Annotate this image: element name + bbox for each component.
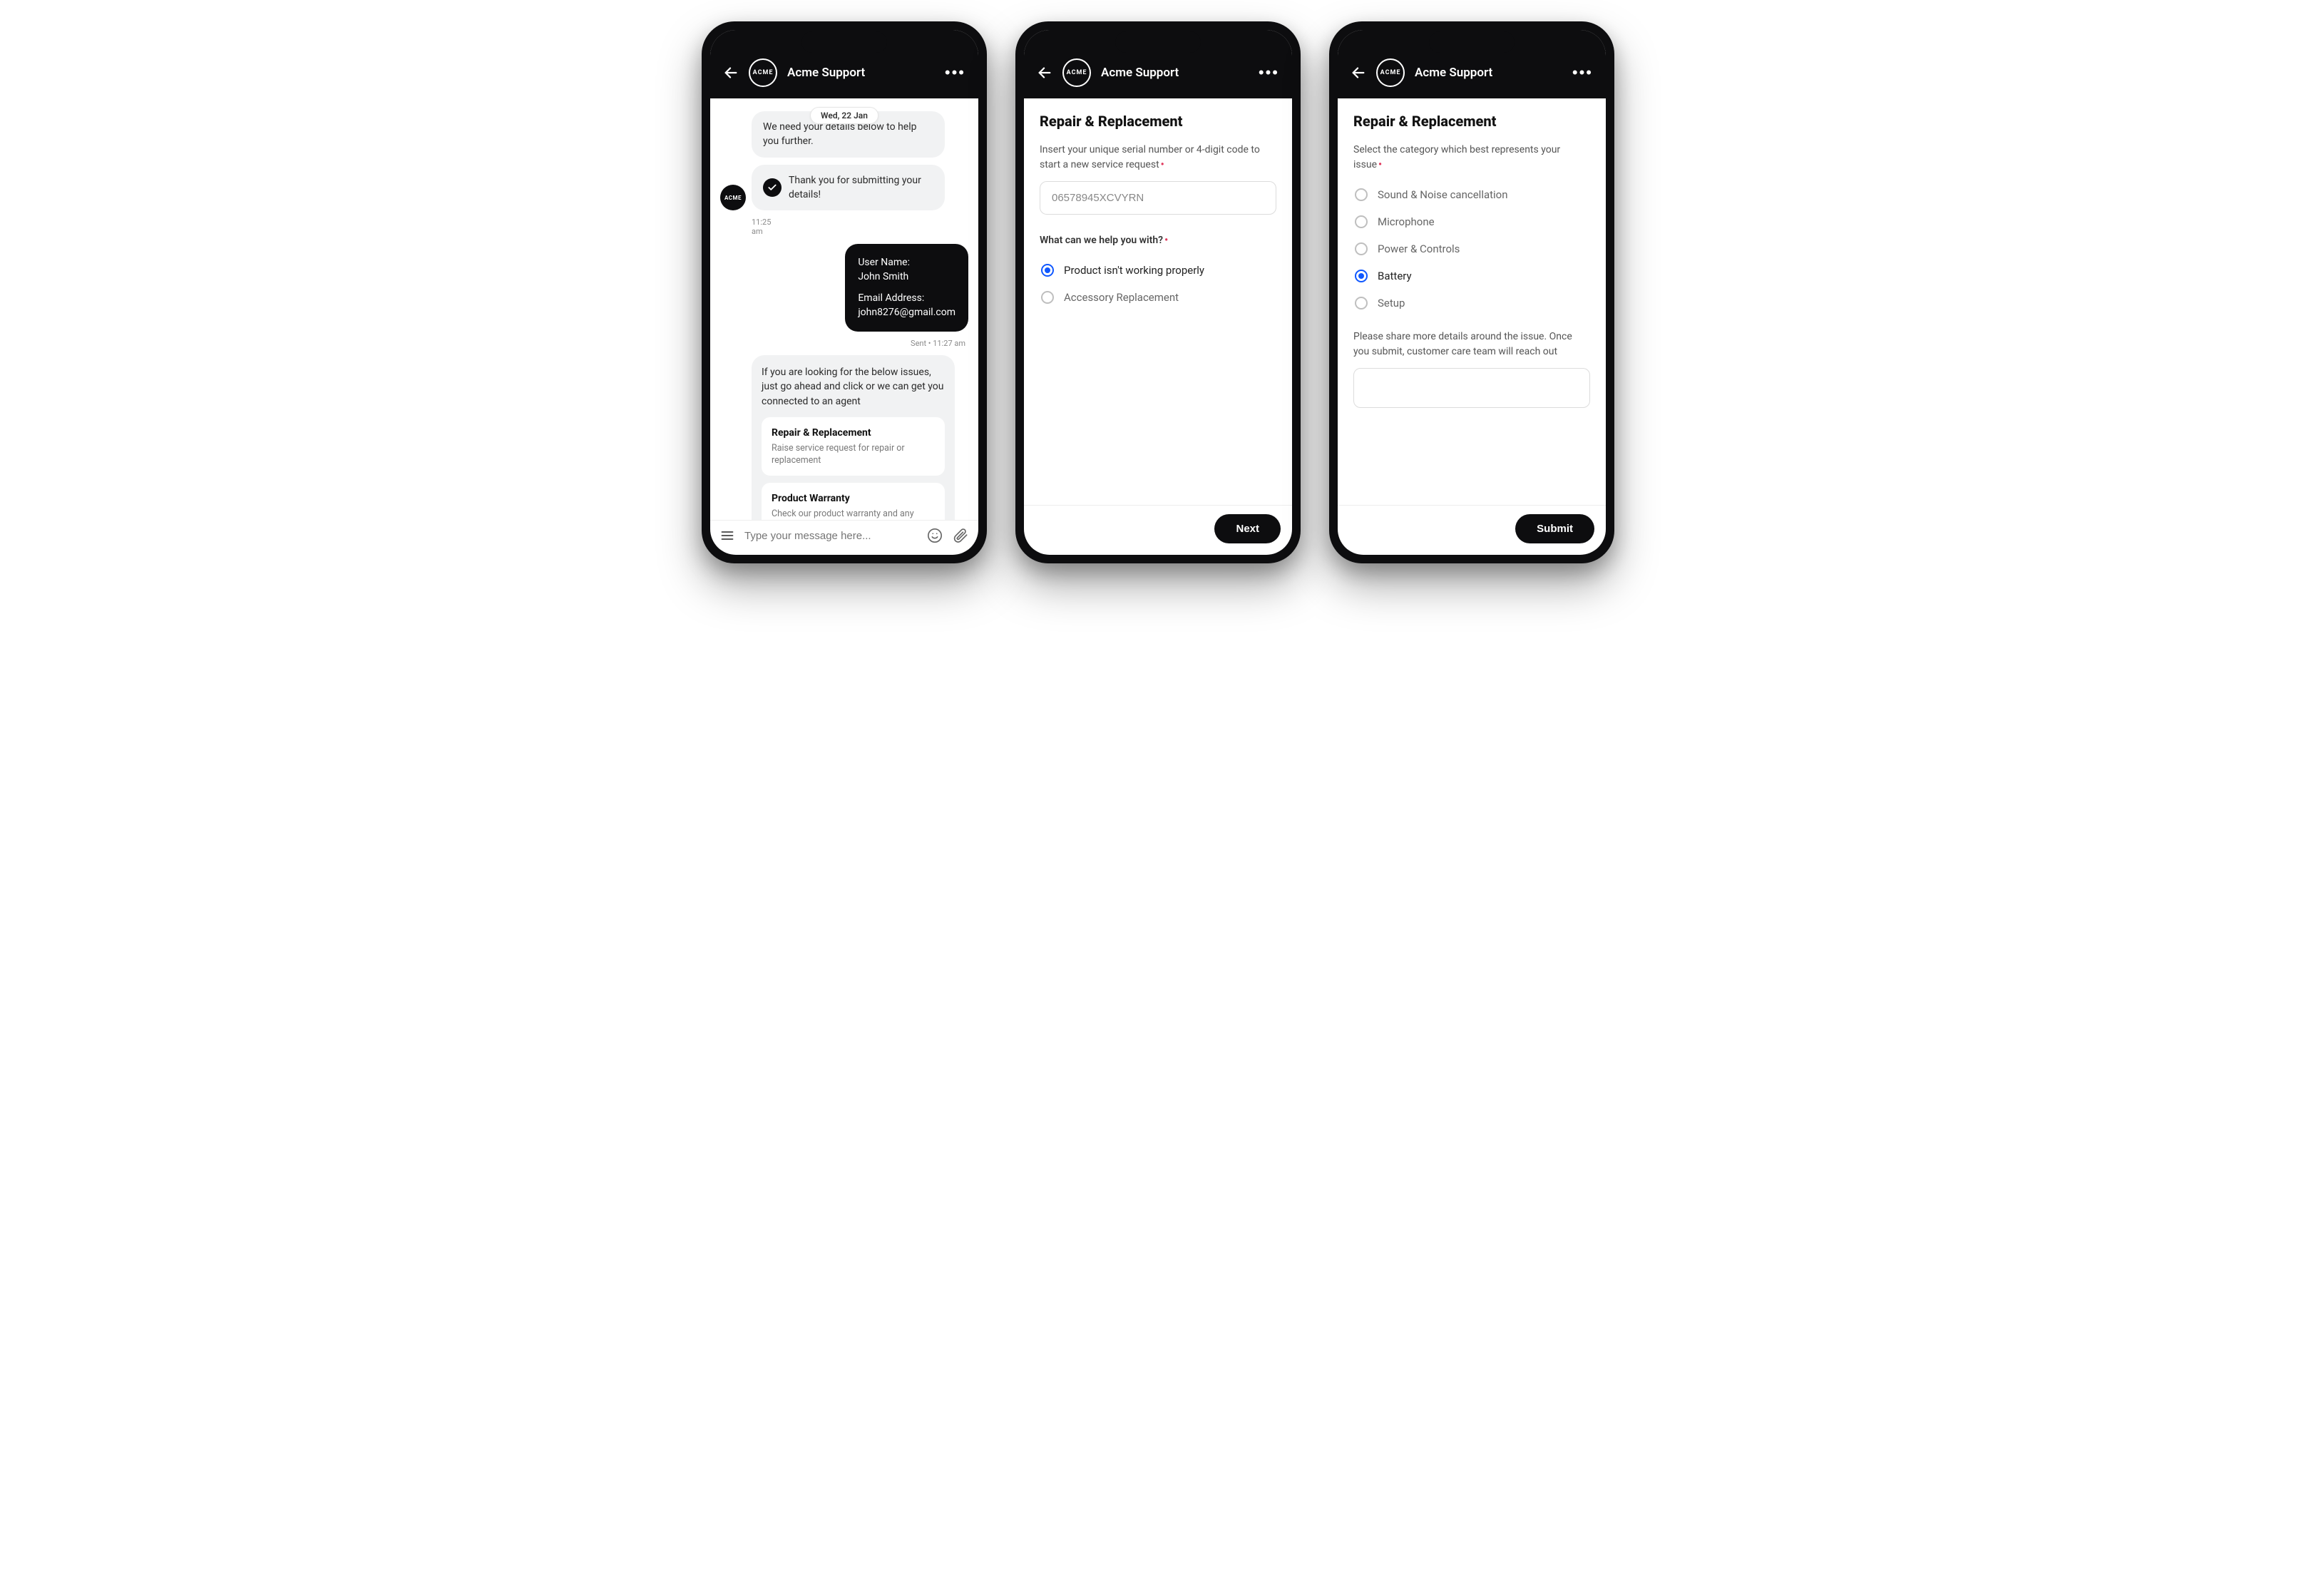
option-desc: Raise service request for repair or repl… xyxy=(772,443,935,467)
check-icon xyxy=(763,178,782,197)
radio-icon xyxy=(1355,215,1368,228)
category-label: Select the category which best represent… xyxy=(1353,143,1590,173)
more-button[interactable]: ••• xyxy=(1572,63,1593,82)
radio-label: Power & Controls xyxy=(1378,242,1460,255)
radio-label: Product isn't working properly xyxy=(1064,264,1204,277)
device-notch xyxy=(1115,31,1201,53)
options-intro: If you are looking for the below issues,… xyxy=(762,365,945,409)
radio-power-controls[interactable]: Power & Controls xyxy=(1353,235,1590,262)
serial-label: Insert your unique serial number or 4-di… xyxy=(1040,143,1276,173)
user-name-label: User Name: xyxy=(858,255,955,270)
radio-not-working[interactable]: Product isn't working properly xyxy=(1040,257,1276,284)
form-title: Repair & Replacement xyxy=(1040,113,1276,130)
back-button[interactable] xyxy=(723,65,739,81)
radio-icon xyxy=(1355,188,1368,201)
option-title: Product Warranty xyxy=(772,491,935,506)
radio-label: Accessory Replacement xyxy=(1064,291,1179,304)
date-pill: Wed, 22 Jan xyxy=(810,107,878,124)
radio-sound[interactable]: Sound & Noise cancellation xyxy=(1353,181,1590,208)
radio-icon xyxy=(1355,270,1368,282)
paperclip-icon xyxy=(953,528,968,543)
bot-message-text: We need your details below to help you f… xyxy=(763,121,916,147)
bot-message-text: Thank you for submitting your details! xyxy=(789,173,933,203)
user-name-value: John Smith xyxy=(858,270,955,284)
required-indicator: • xyxy=(1378,159,1382,170)
serial-input[interactable] xyxy=(1040,181,1276,215)
back-button[interactable] xyxy=(1351,65,1366,81)
submit-button[interactable]: Submit xyxy=(1515,514,1594,543)
user-email-value: john8276@gmail.com xyxy=(858,305,955,319)
chat-body: Wed, 22 Jan We need your details below t… xyxy=(710,98,978,520)
arrow-left-icon xyxy=(1037,65,1052,81)
brand-logo: ACME xyxy=(749,58,777,87)
brand-logo: ACME xyxy=(1376,58,1405,87)
radio-label: Battery xyxy=(1378,270,1412,282)
sent-timestamp: Sent • 11:27 am xyxy=(720,339,965,348)
option-repair-replacement[interactable]: Repair & Replacement Raise service reque… xyxy=(762,417,945,476)
user-email-label: Email Address: xyxy=(858,291,955,305)
more-button[interactable]: ••• xyxy=(1259,63,1279,82)
form-title: Repair & Replacement xyxy=(1353,113,1590,130)
bot-message: Thank you for submitting your details! xyxy=(752,165,945,211)
radio-label: Setup xyxy=(1378,297,1405,310)
dots-icon: ••• xyxy=(1259,63,1279,82)
back-button[interactable] xyxy=(1037,65,1052,81)
device-notch xyxy=(1429,31,1515,53)
user-message: User Name: John Smith Email Address: joh… xyxy=(845,244,968,332)
bot-message-options: If you are looking for the below issues,… xyxy=(752,355,955,520)
brand-logo: ACME xyxy=(1062,58,1091,87)
device-notch xyxy=(801,31,887,53)
dots-icon: ••• xyxy=(1572,63,1593,82)
radio-icon xyxy=(1041,264,1054,277)
arrow-left-icon xyxy=(723,65,739,81)
header-title: Acme Support xyxy=(787,66,935,80)
brand-logo-text: ACME xyxy=(753,69,774,76)
radio-setup[interactable]: Setup xyxy=(1353,290,1590,317)
emoji-button[interactable] xyxy=(927,528,943,543)
timestamp: 11:25 am xyxy=(752,218,968,236)
message-input[interactable] xyxy=(744,530,917,542)
form-body: Repair & Replacement Select the category… xyxy=(1338,98,1606,505)
form-body: Repair & Replacement Insert your unique … xyxy=(1024,98,1292,505)
emoji-icon xyxy=(927,528,943,543)
arrow-left-icon xyxy=(1351,65,1366,81)
radio-icon xyxy=(1041,291,1054,304)
option-title: Repair & Replacement xyxy=(772,426,935,440)
header-title: Acme Support xyxy=(1415,66,1562,80)
more-button[interactable]: ••• xyxy=(945,63,965,82)
form-footer: Submit xyxy=(1338,505,1606,555)
option-desc: Check our product warranty and any eligi… xyxy=(772,508,935,520)
option-product-warranty[interactable]: Product Warranty Check our product warra… xyxy=(762,483,945,520)
bot-avatar-text: ACME xyxy=(724,195,742,201)
form-footer: Next xyxy=(1024,505,1292,555)
radio-microphone[interactable]: Microphone xyxy=(1353,208,1590,235)
radio-label: Sound & Noise cancellation xyxy=(1378,188,1508,201)
composer xyxy=(710,520,978,555)
details-label: Please share more details around the iss… xyxy=(1353,329,1590,359)
details-input[interactable] xyxy=(1353,368,1590,408)
header-title: Acme Support xyxy=(1101,66,1249,80)
required-indicator: • xyxy=(1161,159,1164,170)
menu-button[interactable] xyxy=(720,528,734,543)
device-form-step1: ACME Acme Support ••• Repair & Replaceme… xyxy=(1015,21,1301,563)
attachment-button[interactable] xyxy=(953,528,968,543)
menu-icon xyxy=(720,528,734,543)
next-button[interactable]: Next xyxy=(1214,514,1281,543)
radio-icon xyxy=(1355,297,1368,310)
device-form-step2: ACME Acme Support ••• Repair & Replaceme… xyxy=(1329,21,1614,563)
required-indicator: • xyxy=(1164,235,1168,246)
radio-label: Microphone xyxy=(1378,215,1435,228)
radio-battery[interactable]: Battery xyxy=(1353,262,1590,290)
bot-avatar: ACME xyxy=(720,185,746,210)
help-label: What can we help you with?• xyxy=(1040,233,1276,248)
radio-accessory-replacement[interactable]: Accessory Replacement xyxy=(1040,284,1276,311)
dots-icon: ••• xyxy=(945,63,965,82)
device-chat: ACME Acme Support ••• Wed, 22 Jan We nee… xyxy=(702,21,987,563)
radio-icon xyxy=(1355,242,1368,255)
